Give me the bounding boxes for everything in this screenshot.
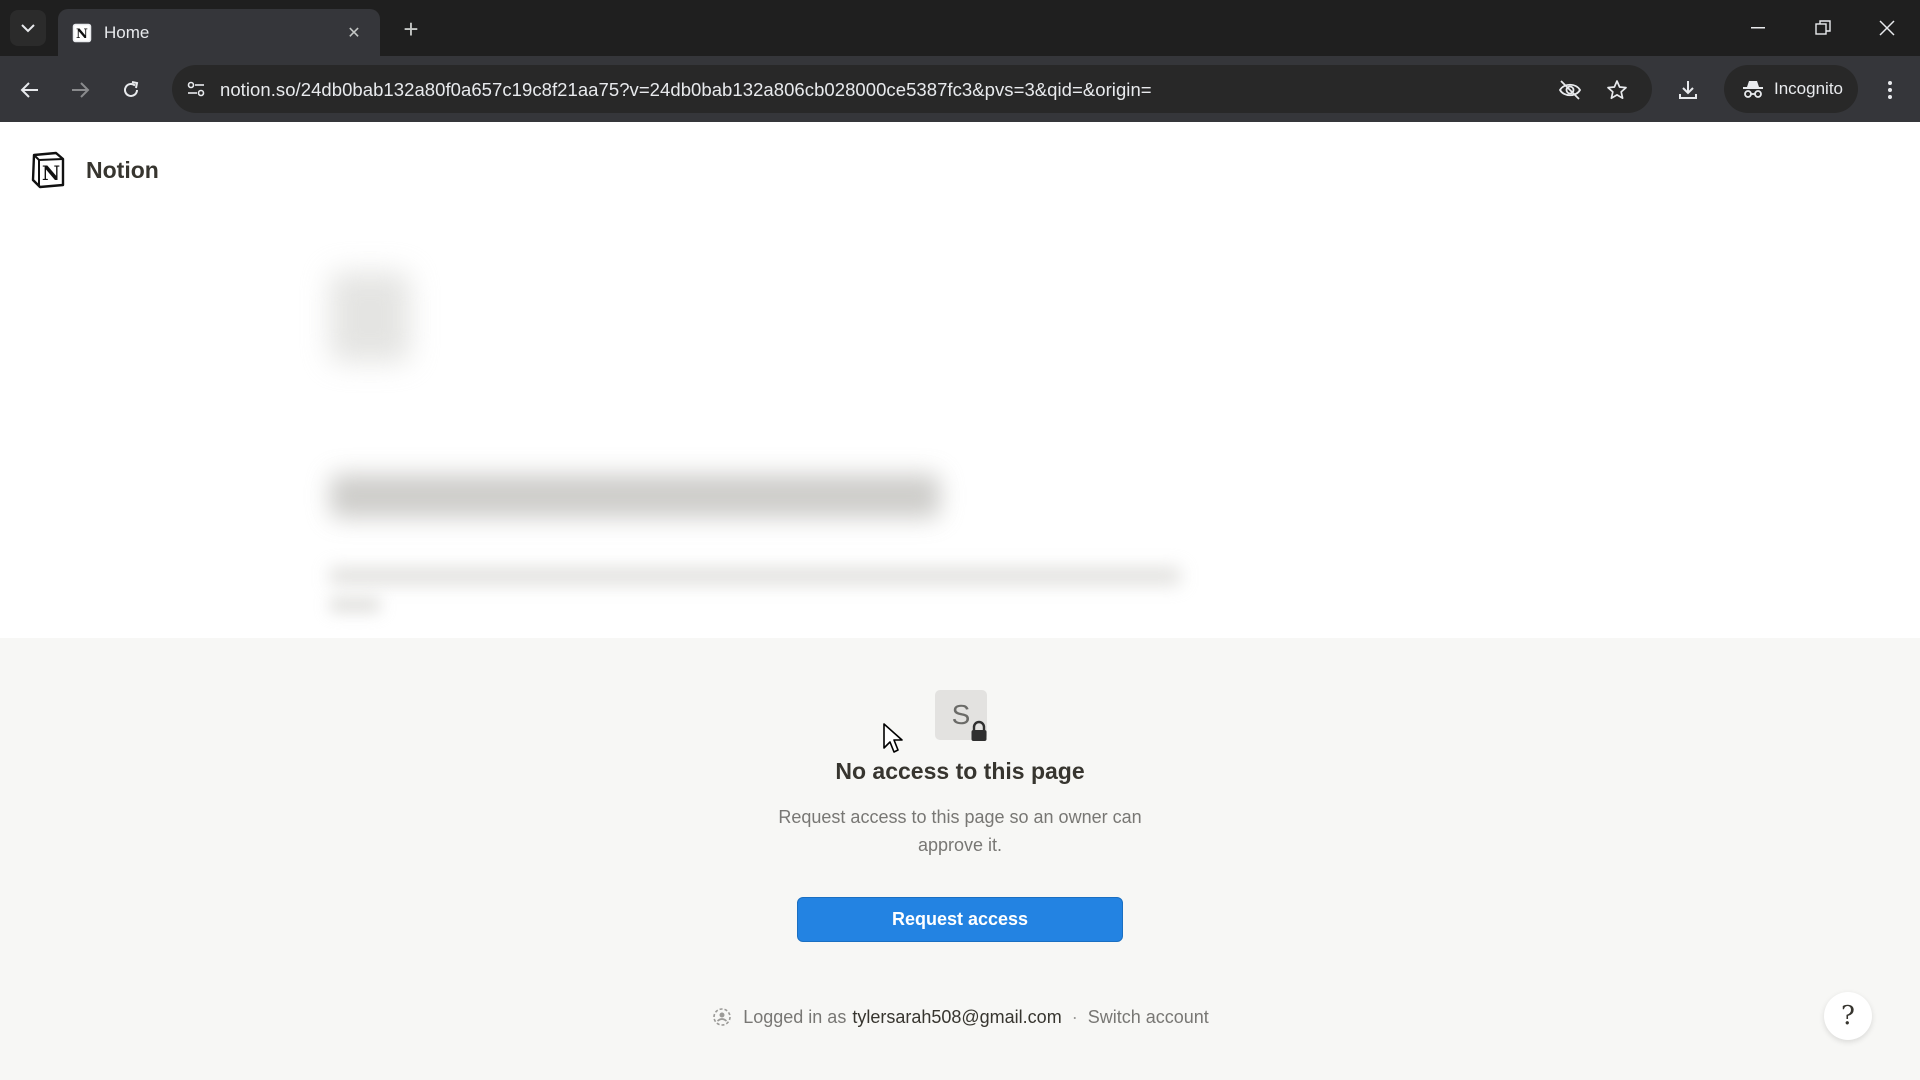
tab-search-button[interactable] <box>10 10 46 46</box>
logged-in-label: Logged in as <box>743 1006 847 1027</box>
reload-icon <box>124 81 139 97</box>
menu-icon[interactable] <box>1872 72 1908 108</box>
blurred-page-text <box>330 568 1180 584</box>
address-bar[interactable]: notion.so/24db0bab132a80f0a657c19c8f21aa… <box>172 65 1652 113</box>
blurred-page-icon <box>330 272 410 362</box>
eye-off-icon[interactable] <box>1555 75 1585 105</box>
lock-icon <box>971 720 987 741</box>
incognito-label: Incognito <box>1774 79 1843 98</box>
new-tab-icon[interactable]: + <box>396 14 426 44</box>
reload-button[interactable] <box>113 72 149 108</box>
incognito-icon <box>1743 81 1763 98</box>
restore-icon[interactable] <box>1800 12 1846 44</box>
browser-tab[interactable]: N Home ✕ <box>58 9 380 56</box>
blurred-page-title <box>330 474 940 518</box>
forward-button[interactable] <box>62 72 98 108</box>
blurred-page-text <box>330 598 380 612</box>
back-icon <box>20 82 38 98</box>
tab-title: Home <box>104 22 150 42</box>
request-access-message: Request access to this page so an owner … <box>760 803 1160 859</box>
account-footer: Logged in as tylersarah508@gmail.com · S… <box>0 1006 1920 1028</box>
account-email: tylersarah508@gmail.com <box>852 1006 1062 1027</box>
message-line: approve it. <box>917 835 1003 855</box>
switch-account-link[interactable]: Switch account <box>1088 1007 1209 1028</box>
url-text[interactable]: notion.so/24db0bab132a80f0a657c19c8f21aa… <box>220 79 1152 101</box>
svg-text:N: N <box>42 161 60 185</box>
request-access-button[interactable]: Request access <box>797 897 1123 942</box>
forward-icon <box>72 82 90 98</box>
browser-toolbar: notion.so/24db0bab132a80f0a657c19c8f21aa… <box>0 56 1920 122</box>
close-window-icon[interactable] <box>1864 12 1910 44</box>
site-info-icon[interactable] <box>180 73 212 105</box>
notion-logo-icon[interactable]: N <box>28 150 68 190</box>
separator: · <box>1071 1006 1078 1027</box>
no-access-heading: No access to this page <box>835 758 1085 784</box>
back-button[interactable] <box>12 72 48 108</box>
notion-header: N Notion <box>28 150 159 190</box>
star-icon[interactable] <box>1602 75 1632 105</box>
incognito-indicator[interactable]: Incognito <box>1724 65 1858 113</box>
tab-search-icon <box>21 24 35 33</box>
message-line: Request access to this page so an owner … <box>778 807 1142 827</box>
account-icon <box>713 1008 732 1026</box>
notion-brand[interactable]: Notion <box>86 157 159 184</box>
close-tab-icon[interactable]: ✕ <box>342 21 366 45</box>
help-button[interactable]: ? <box>1824 992 1872 1040</box>
help-icon: ? <box>1841 1001 1855 1031</box>
minimize-icon[interactable] <box>1735 12 1781 44</box>
download-icon[interactable] <box>1670 72 1706 108</box>
svg-text:N: N <box>76 27 88 42</box>
mouse-cursor-icon <box>883 723 903 753</box>
tab-strip: N Home ✕ + <box>0 0 1920 56</box>
notion-favicon-icon: N <box>72 23 92 42</box>
